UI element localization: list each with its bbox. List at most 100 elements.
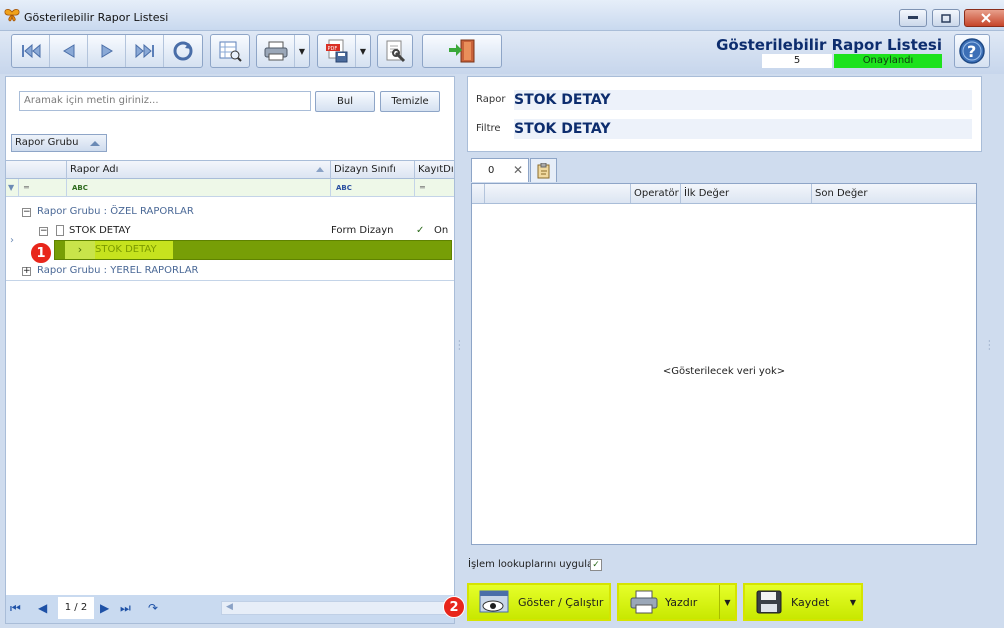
last-page-icon[interactable]: ⏭ [120,601,131,616]
column-header-design-class[interactable]: Dizayn Sınıfı [330,161,414,179]
pdf-group: PDF ▼ [317,34,371,68]
column-header-field[interactable] [484,184,630,203]
column-header-operator[interactable]: Operatör [630,184,680,203]
sort-ascending-icon [90,141,100,146]
expand-icon[interactable]: + [22,267,31,276]
splitter-handle-icon[interactable]: · · · [458,338,461,354]
window-title: Gösterilebilir Rapor Listesi [24,11,169,24]
horizontal-scrollbar[interactable]: ◀ [221,601,449,615]
pdf-dropdown[interactable]: ▼ [356,35,370,67]
show-run-button[interactable]: Göster / Çalıştır [467,583,611,621]
last-record-button[interactable] [126,35,164,67]
pdf-save-icon: PDF [325,39,347,63]
help-icon: ? [959,38,985,64]
eye-window-icon [479,590,509,613]
clipboard-icon [537,163,550,179]
column-header-record[interactable]: KayıtDı [414,161,454,179]
save-report-dropdown[interactable]: ▼ [845,585,861,619]
checkmark-icon: ✓ [416,225,425,236]
navigation-group [11,34,203,68]
divider [6,280,454,281]
print-report-button[interactable]: Yazdır ▼ [617,583,737,621]
grid-search-icon [219,41,242,62]
printer-icon [630,590,658,614]
close-tab-icon[interactable]: ✕ [513,163,523,177]
filter-label: Filtre [476,123,501,134]
previous-page-icon[interactable]: ◀ [38,601,47,615]
pager: ⏮ ◀ 1 / 2 ▶ ⏭ ↷ ◀ [6,595,454,623]
next-record-button[interactable] [88,35,126,67]
column-header-last-value[interactable]: Son Değer [811,184,976,203]
report-name-cell: STOK DETAY [69,225,131,236]
empty-state-message: <Gösterilecek veri yok> [662,366,786,377]
butterfly-icon [4,9,20,22]
collapse-icon[interactable]: − [22,208,31,217]
group-row-ozel[interactable]: − Rapor Grubu : ÖZEL RAPORLAR [6,203,454,221]
save-report-button[interactable]: Kaydet ▼ [743,583,863,621]
svg-text:PDF: PDF [327,46,337,52]
filter-record[interactable]: ═ [414,179,454,197]
restore-button[interactable] [932,9,960,27]
text-filter-icon: ABC [336,184,352,192]
column-header-first-value[interactable]: İlk Değer [680,184,811,203]
minimize-button[interactable] [899,9,927,27]
document-settings-button[interactable] [378,35,412,67]
save-report-label: Kaydet [791,595,830,609]
design-class-cell: Form Dizayn [331,225,394,236]
properties-group [377,34,413,68]
record-cell: On [434,225,449,236]
filter-equals-icon[interactable]: ═ [18,179,66,197]
filter-design-class[interactable]: ABC [330,179,414,197]
print-button[interactable] [257,35,295,67]
group-by-chip[interactable]: Rapor Grubu [11,134,107,152]
lookup-checkbox[interactable]: ✓ [590,559,602,571]
collapse-icon[interactable]: − [39,227,48,236]
group-by-label: Rapor Grubu [15,137,79,148]
right-splitter-handle-icon[interactable]: · · · [988,338,991,354]
exit-door-icon [449,39,475,63]
selected-row-label: STOK DETAY [95,244,157,255]
filter-row: ▼ ═ ABC ABC ═ [6,179,454,197]
lookup-option-label: İşlem lookuplarını uygula [468,559,594,570]
print-report-dropdown[interactable]: ▼ [719,585,735,619]
page-title: Gösterilebilir Rapor Listesi [716,36,942,54]
next-page-icon[interactable]: ▶ [100,601,109,615]
tab-criteria-0[interactable]: 0 ✕ [471,158,529,182]
minimize-icon [908,16,918,19]
filter-funnel-icon: ▼ [8,183,15,192]
column-header-report-name[interactable]: Rapor Adı [66,161,330,179]
document-icon [56,225,64,236]
report-label: Rapor [476,94,506,105]
tab-add[interactable] [530,158,557,182]
last-record-icon [135,43,154,59]
clear-button[interactable]: Temizle [380,91,440,112]
filter-report-name[interactable]: ABC [66,179,330,197]
record-count: 5 [762,54,832,68]
criteria-area: 0 ✕ Operatör İlk Değer Son Değer <Göster… [467,158,979,548]
sort-icon [316,167,324,172]
refresh-icon [173,41,193,61]
print-dropdown[interactable]: ▼ [295,35,309,67]
close-button[interactable] [964,9,1004,27]
first-record-button[interactable] [12,35,50,67]
pdf-save-button[interactable]: PDF [318,35,356,67]
refresh-button[interactable] [164,35,202,67]
grid-search-group [210,34,250,68]
find-button[interactable]: Bul [315,91,375,112]
search-input[interactable]: Aramak için metin giriniz... [19,91,311,111]
scroll-left-icon[interactable]: ◀ [226,602,233,612]
reload-page-icon[interactable]: ↷ [148,601,158,615]
title-bar: Gösterilebilir Rapor Listesi [0,0,1004,31]
chevron-right-icon: › [65,241,95,259]
close-icon [981,13,991,23]
exit-button[interactable] [423,35,501,67]
report-list-panel: Aramak için metin giriniz... Bul Temizle… [5,76,455,624]
previous-record-button[interactable] [50,35,88,67]
first-page-icon[interactable]: ⏮ [10,601,21,616]
help-button[interactable]: ? [954,34,990,68]
selected-row[interactable]: › STOK DETAY [54,240,452,260]
table-row[interactable]: › − STOK DETAY Form Dizayn ✓ On [6,222,454,246]
group-row-yerel[interactable]: + Rapor Grubu : YEREL RAPORLAR [6,262,454,280]
grid-search-button[interactable] [211,35,249,67]
next-record-icon [101,44,113,58]
